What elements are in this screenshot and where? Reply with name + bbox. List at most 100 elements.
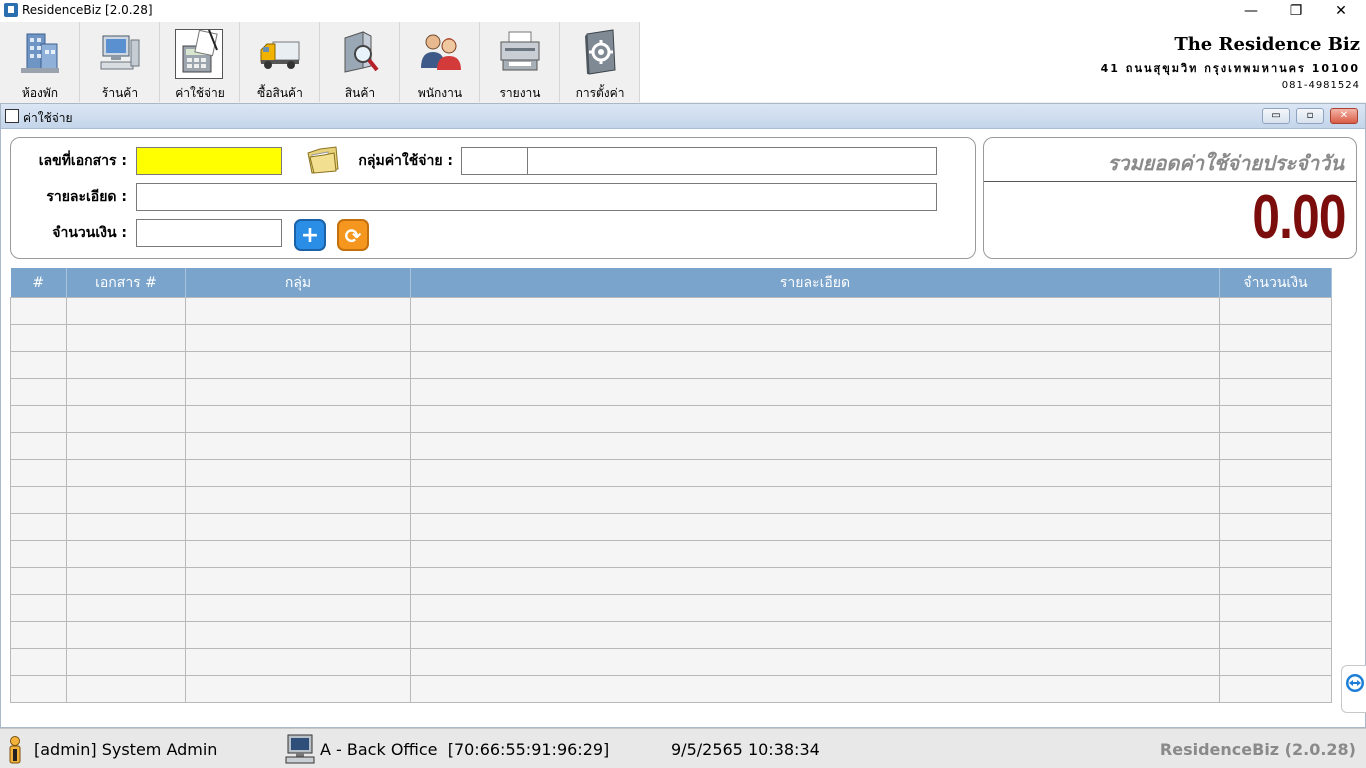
table-cell[interactable] bbox=[410, 405, 1220, 433]
minimize-button[interactable]: — bbox=[1228, 0, 1274, 22]
table-cell[interactable] bbox=[66, 540, 186, 568]
expense-group-code-input[interactable] bbox=[461, 147, 528, 175]
table-cell[interactable] bbox=[1219, 378, 1332, 406]
expense-group-name-input[interactable] bbox=[527, 147, 937, 175]
table-cell[interactable] bbox=[185, 378, 411, 406]
table-cell[interactable] bbox=[1219, 324, 1332, 352]
table-cell[interactable] bbox=[1219, 297, 1332, 325]
table-cell[interactable] bbox=[10, 351, 67, 379]
table-cell[interactable] bbox=[10, 594, 67, 622]
table-cell[interactable] bbox=[410, 648, 1220, 676]
toolbar-shop-button[interactable]: ร้านค้า bbox=[80, 22, 160, 102]
table-cell[interactable] bbox=[410, 621, 1220, 649]
table-cell[interactable] bbox=[1219, 486, 1332, 514]
table-cell[interactable] bbox=[66, 459, 186, 487]
table-cell[interactable] bbox=[10, 297, 67, 325]
table-cell[interactable] bbox=[410, 324, 1220, 352]
table-cell[interactable] bbox=[410, 297, 1220, 325]
table-row[interactable] bbox=[10, 486, 1332, 514]
table-row[interactable] bbox=[10, 567, 1332, 595]
table-row[interactable] bbox=[10, 432, 1332, 460]
table-cell[interactable] bbox=[1219, 648, 1332, 676]
table-cell[interactable] bbox=[10, 540, 67, 568]
table-cell[interactable] bbox=[66, 513, 186, 541]
table-row[interactable] bbox=[10, 378, 1332, 406]
table-cell[interactable] bbox=[185, 405, 411, 433]
detail-input[interactable] bbox=[136, 183, 937, 211]
table-cell[interactable] bbox=[1219, 621, 1332, 649]
table-row[interactable] bbox=[10, 297, 1332, 325]
toolbar-purchase-button[interactable]: ซื้อสินค้า bbox=[240, 22, 320, 102]
table-cell[interactable] bbox=[1219, 594, 1332, 622]
table-row[interactable] bbox=[10, 621, 1332, 649]
table-cell[interactable] bbox=[10, 486, 67, 514]
table-row[interactable] bbox=[10, 405, 1332, 433]
restore-button[interactable]: ❐ bbox=[1273, 0, 1319, 22]
table-cell[interactable] bbox=[66, 648, 186, 676]
table-cell[interactable] bbox=[185, 432, 411, 460]
refresh-button[interactable]: ⟳ bbox=[337, 219, 369, 251]
doc-no-input[interactable] bbox=[136, 147, 282, 175]
child-minimize-button[interactable]: ▭ bbox=[1262, 108, 1290, 124]
toolbar-settings-button[interactable]: การตั้งค่า bbox=[560, 22, 640, 102]
table-cell[interactable] bbox=[10, 405, 67, 433]
table-cell[interactable] bbox=[66, 594, 186, 622]
table-cell[interactable] bbox=[185, 513, 411, 541]
table-cell[interactable] bbox=[185, 297, 411, 325]
col-header-group[interactable]: กลุ่ม bbox=[185, 268, 411, 298]
table-cell[interactable] bbox=[185, 675, 411, 703]
toolbar-rooms-button[interactable]: ห้องพัก bbox=[0, 22, 80, 102]
table-cell[interactable] bbox=[66, 297, 186, 325]
table-row[interactable] bbox=[10, 513, 1332, 541]
table-cell[interactable] bbox=[10, 378, 67, 406]
teamviewer-side-tab[interactable] bbox=[1341, 665, 1366, 713]
table-row[interactable] bbox=[10, 351, 1332, 379]
table-cell[interactable] bbox=[185, 324, 411, 352]
table-cell[interactable] bbox=[410, 351, 1220, 379]
table-cell[interactable] bbox=[66, 675, 186, 703]
child-restore-button[interactable]: ▫ bbox=[1296, 108, 1324, 124]
table-row[interactable] bbox=[10, 675, 1332, 703]
table-cell[interactable] bbox=[185, 621, 411, 649]
table-cell[interactable] bbox=[410, 459, 1220, 487]
table-cell[interactable] bbox=[10, 459, 67, 487]
table-cell[interactable] bbox=[1219, 675, 1332, 703]
table-cell[interactable] bbox=[185, 459, 411, 487]
table-cell[interactable] bbox=[1219, 432, 1332, 460]
table-cell[interactable] bbox=[10, 513, 67, 541]
close-button[interactable]: ✕ bbox=[1318, 0, 1364, 22]
table-cell[interactable] bbox=[185, 648, 411, 676]
table-cell[interactable] bbox=[410, 594, 1220, 622]
table-cell[interactable] bbox=[1219, 459, 1332, 487]
table-cell[interactable] bbox=[10, 432, 67, 460]
table-cell[interactable] bbox=[410, 567, 1220, 595]
table-cell[interactable] bbox=[410, 540, 1220, 568]
table-cell[interactable] bbox=[1219, 405, 1332, 433]
table-cell[interactable] bbox=[1219, 540, 1332, 568]
col-header-amount[interactable]: จำนวนเงิน bbox=[1219, 268, 1332, 298]
table-cell[interactable] bbox=[10, 324, 67, 352]
table-cell[interactable] bbox=[66, 432, 186, 460]
table-cell[interactable] bbox=[66, 324, 186, 352]
table-cell[interactable] bbox=[66, 567, 186, 595]
table-cell[interactable] bbox=[410, 486, 1220, 514]
table-cell[interactable] bbox=[1219, 351, 1332, 379]
table-cell[interactable] bbox=[185, 540, 411, 568]
table-row[interactable] bbox=[10, 459, 1332, 487]
table-cell[interactable] bbox=[185, 594, 411, 622]
table-cell[interactable] bbox=[410, 378, 1220, 406]
toolbar-report-button[interactable]: รายงาน bbox=[480, 22, 560, 102]
table-cell[interactable] bbox=[66, 378, 186, 406]
table-cell[interactable] bbox=[66, 486, 186, 514]
table-cell[interactable] bbox=[10, 567, 67, 595]
col-header-index[interactable]: # bbox=[10, 268, 67, 298]
table-cell[interactable] bbox=[1219, 567, 1332, 595]
add-button[interactable]: + bbox=[294, 219, 326, 251]
table-cell[interactable] bbox=[10, 675, 67, 703]
amount-input[interactable] bbox=[136, 219, 282, 247]
table-cell[interactable] bbox=[410, 513, 1220, 541]
table-cell[interactable] bbox=[185, 486, 411, 514]
table-cell[interactable] bbox=[10, 621, 67, 649]
table-row[interactable] bbox=[10, 648, 1332, 676]
table-cell[interactable] bbox=[66, 405, 186, 433]
